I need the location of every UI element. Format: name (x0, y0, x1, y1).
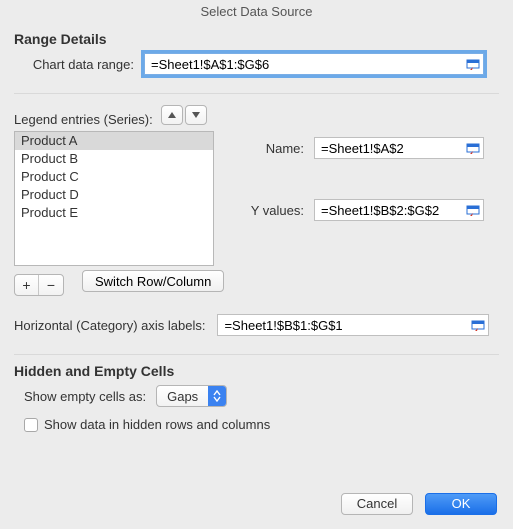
list-item[interactable]: Product C (15, 168, 213, 186)
move-series-down-button[interactable] (185, 105, 207, 125)
category-axis-label: Horizontal (Category) axis labels: (14, 318, 217, 333)
add-series-button[interactable]: + (15, 275, 39, 295)
remove-series-button[interactable]: − (39, 275, 63, 295)
cancel-button[interactable]: Cancel (341, 493, 413, 515)
list-item[interactable]: Product D (15, 186, 213, 204)
series-yvalues-input[interactable] (314, 199, 484, 221)
collapse-dialog-icon[interactable] (471, 318, 485, 332)
chart-data-range-input[interactable] (144, 53, 484, 75)
series-name-label: Name: (244, 141, 314, 156)
show-empty-popup[interactable]: Gaps (156, 385, 227, 407)
collapse-dialog-icon[interactable] (466, 203, 480, 217)
range-details-heading: Range Details (14, 31, 513, 47)
hidden-empty-heading: Hidden and Empty Cells (14, 363, 513, 379)
show-empty-label: Show empty cells as: (24, 389, 156, 404)
ok-button[interactable]: OK (425, 493, 497, 515)
show-hidden-label: Show data in hidden rows and columns (44, 417, 270, 432)
series-yvalues-label: Y values: (244, 203, 314, 218)
separator (14, 93, 499, 94)
popup-arrows-icon (208, 386, 226, 406)
category-axis-input[interactable] (217, 314, 489, 336)
window-title: Select Data Source (0, 0, 513, 21)
show-hidden-checkbox[interactable] (24, 418, 38, 432)
list-item[interactable]: Product E (15, 204, 213, 222)
list-item[interactable]: Product B (15, 150, 213, 168)
switch-row-column-button[interactable]: Switch Row/Column (82, 270, 224, 292)
collapse-dialog-icon[interactable] (466, 141, 480, 155)
legend-entries-label: Legend entries (Series): (14, 112, 153, 127)
series-listbox[interactable]: Product AProduct BProduct CProduct DProd… (14, 131, 214, 266)
move-series-up-button[interactable] (161, 105, 183, 125)
separator (14, 354, 499, 355)
list-item[interactable]: Product A (15, 132, 213, 150)
chart-data-range-label: Chart data range: (14, 57, 144, 72)
show-empty-value: Gaps (167, 389, 198, 404)
collapse-dialog-icon[interactable] (466, 57, 480, 71)
series-name-input[interactable] (314, 137, 484, 159)
